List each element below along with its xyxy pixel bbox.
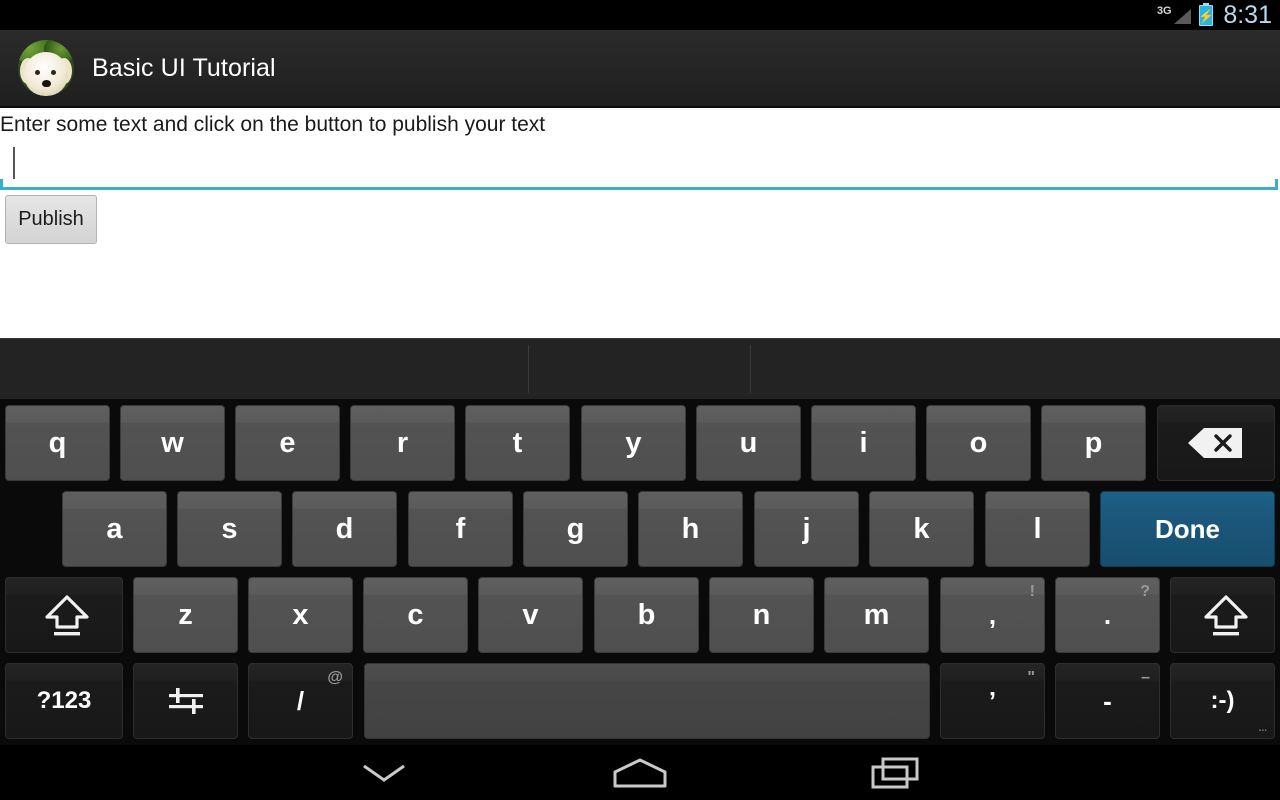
- key-p[interactable]: p: [1041, 405, 1146, 481]
- charging-bolt-icon: ⚡: [1198, 8, 1215, 23]
- comma-hint: !: [1029, 583, 1035, 600]
- shift-glyph: [1200, 592, 1248, 638]
- key-f[interactable]: f: [408, 491, 513, 567]
- key-k[interactable]: k: [869, 491, 974, 567]
- key-z[interactable]: z: [133, 577, 238, 653]
- android-screen: 3G ⚡ 8:31 Basic UI Tutorial Enter some t…: [0, 0, 1280, 800]
- keyboard-row-1: q w e r t y u i o p: [0, 401, 1280, 487]
- slash-label: /: [296, 686, 305, 716]
- publish-button[interactable]: Publish: [5, 195, 97, 244]
- status-icons: 3G ⚡ 8:31: [1157, 0, 1272, 30]
- key-b[interactable]: b: [594, 577, 699, 653]
- key-h[interactable]: h: [638, 491, 743, 567]
- key-apostrophe[interactable]: ’ ": [940, 663, 1045, 739]
- sliders-glyph: [167, 684, 205, 718]
- recent-apps-icon[interactable]: [853, 745, 939, 800]
- key-l[interactable]: l: [985, 491, 1090, 567]
- key-v[interactable]: v: [478, 577, 583, 653]
- app-content-area: Enter some text and click on the button …: [0, 108, 1280, 338]
- emoji-label: :-): [1210, 687, 1235, 714]
- network-type-label: 3G: [1157, 5, 1172, 17]
- signal-bars-icon: [1174, 9, 1192, 24]
- key-y[interactable]: y: [581, 405, 686, 481]
- text-caret: [13, 147, 15, 179]
- battery-charging-icon: ⚡: [1198, 3, 1215, 26]
- shift-icon-left[interactable]: [5, 577, 123, 653]
- key-c[interactable]: c: [363, 577, 468, 653]
- key-n[interactable]: n: [709, 577, 814, 653]
- key-a[interactable]: a: [62, 491, 167, 567]
- home-icon[interactable]: [597, 745, 683, 800]
- key-x[interactable]: x: [248, 577, 353, 653]
- apostrophe-label: ’: [988, 686, 997, 716]
- status-bar: 3G ⚡ 8:31: [0, 0, 1280, 30]
- space-key[interactable]: [364, 663, 930, 739]
- apostrophe-hint: ": [1027, 669, 1035, 686]
- symbols-key[interactable]: ?123: [5, 663, 123, 739]
- key-g[interactable]: g: [523, 491, 628, 567]
- suggestion-divider: [528, 345, 529, 393]
- key-j[interactable]: j: [754, 491, 859, 567]
- key-r[interactable]: r: [350, 405, 455, 481]
- key-d[interactable]: d: [292, 491, 397, 567]
- key-s[interactable]: s: [177, 491, 282, 567]
- key-emoji[interactable]: :-) ...: [1170, 663, 1275, 739]
- key-q[interactable]: q: [5, 405, 110, 481]
- hide-keyboard-chevron-icon[interactable]: [341, 745, 427, 800]
- backspace-glyph: [1187, 426, 1245, 460]
- key-u[interactable]: u: [696, 405, 801, 481]
- input-underline: [0, 187, 1278, 190]
- text-input-container[interactable]: [0, 144, 1278, 190]
- key-m[interactable]: m: [824, 577, 929, 653]
- input-underline-tick-left: [0, 179, 3, 190]
- key-hyphen[interactable]: - –: [1055, 663, 1160, 739]
- key-i[interactable]: i: [811, 405, 916, 481]
- soft-keyboard: q w e r t y u i o p a s d f g h j k l Do…: [0, 338, 1280, 746]
- input-underline-tick-right: [1275, 179, 1278, 190]
- prompt-label: Enter some text and click on the button …: [0, 113, 546, 136]
- app-title: Basic UI Tutorial: [92, 53, 276, 82]
- text-input[interactable]: [0, 144, 1278, 184]
- keyboard-row-2: a s d f g h j k l Done: [0, 487, 1280, 573]
- status-clock: 8:31: [1223, 1, 1272, 29]
- key-w[interactable]: w: [120, 405, 225, 481]
- hyphen-hint: –: [1141, 669, 1150, 686]
- shift-icon-right[interactable]: [1170, 577, 1275, 653]
- key-comma[interactable]: , !: [940, 577, 1045, 653]
- shift-glyph: [41, 592, 89, 638]
- period-hint: ?: [1140, 583, 1150, 600]
- emoji-hint: ...: [1258, 723, 1267, 734]
- key-o[interactable]: o: [926, 405, 1031, 481]
- action-bar: Basic UI Tutorial: [0, 30, 1280, 108]
- keyboard-row-4: ?123 / @ ’ " - –:-) ...: [0, 659, 1280, 745]
- key-slash[interactable]: / @: [248, 663, 353, 739]
- suggestion-divider: [750, 345, 751, 393]
- comma-label: ,: [988, 600, 997, 630]
- key-e[interactable]: e: [235, 405, 340, 481]
- suggestion-strip[interactable]: [0, 339, 1280, 399]
- period-label: .: [1103, 600, 1112, 630]
- hyphen-label: -: [1103, 686, 1112, 716]
- key-period[interactable]: . ?: [1055, 577, 1160, 653]
- keyboard-settings-icon[interactable]: [133, 663, 238, 739]
- slash-hint: @: [327, 669, 343, 686]
- keyboard-rows: q w e r t y u i o p a s d f g h j k l Do…: [0, 401, 1280, 745]
- keyboard-row-3: z x c v b n m , ! . ?: [0, 573, 1280, 659]
- key-t[interactable]: t: [465, 405, 570, 481]
- navigation-bar: [0, 745, 1280, 800]
- backspace-icon[interactable]: [1157, 405, 1275, 481]
- done-key[interactable]: Done: [1100, 491, 1275, 567]
- dog-avatar-icon[interactable]: [18, 40, 74, 96]
